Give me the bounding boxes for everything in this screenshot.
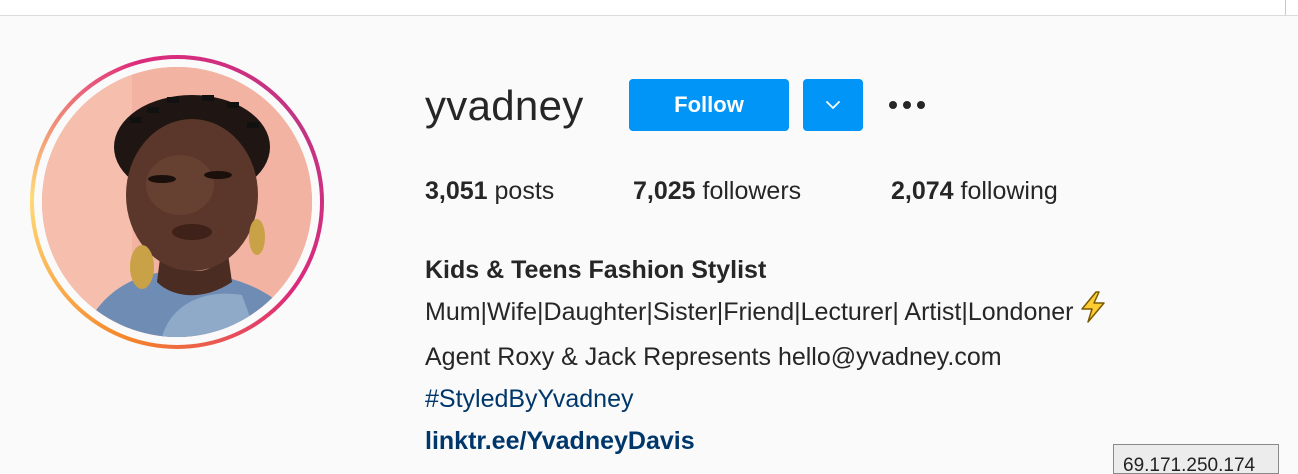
chevron-down-icon: [826, 101, 840, 109]
options-button[interactable]: [885, 90, 929, 120]
followers-stat[interactable]: 7,025 followers: [633, 177, 801, 206]
following-label: following: [953, 177, 1058, 205]
story-ring[interactable]: [30, 55, 324, 349]
following-stat[interactable]: 2,074 following: [891, 177, 1058, 206]
posts-count: 3,051: [425, 177, 488, 205]
follow-button[interactable]: Follow: [629, 79, 789, 131]
bio-line-roles: Mum|Wife|Daughter|Sister|Friend|Lecturer…: [425, 291, 1108, 336]
avatar-portrait: [42, 67, 312, 337]
followers-label: followers: [695, 177, 802, 205]
scrollbar-edge: [1285, 0, 1286, 15]
more-horizontal-icon: [889, 101, 925, 109]
bio-line-contact: Agent Roxy & Jack Represents hello@yvadn…: [425, 343, 1002, 371]
bio-roles-text: Mum|Wife|Daughter|Sister|Friend|Lecturer…: [425, 298, 1074, 327]
posts-label: posts: [487, 177, 555, 205]
followers-count: 7,025: [633, 177, 696, 205]
bio-website-link[interactable]: linktr.ee/YvadneyDavis: [425, 420, 1108, 462]
ip-address-tooltip: 69.171.250.174: [1113, 444, 1279, 474]
suggested-accounts-button[interactable]: [803, 79, 863, 131]
posts-stat: 3,051 posts: [425, 177, 554, 206]
bio-name: Kids & Teens Fashion Stylist: [425, 256, 767, 284]
lightning-emoji-icon: [1078, 291, 1108, 336]
top-nav-bar: [0, 0, 1298, 16]
profile-username: yvadney: [425, 82, 584, 129]
following-count: 2,074: [891, 177, 954, 205]
profile-bio: Kids & Teens Fashion Stylist Mum|Wife|Da…: [425, 249, 1108, 462]
bio-hashtag-link[interactable]: #StyledByYvadney: [425, 378, 1108, 420]
avatar[interactable]: [42, 67, 312, 337]
